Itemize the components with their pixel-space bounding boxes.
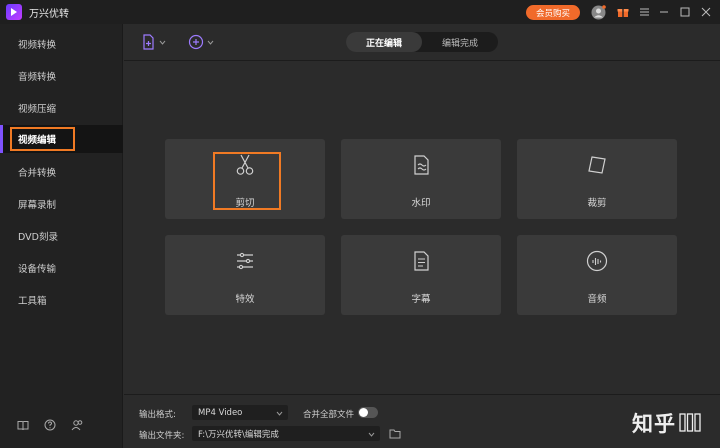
sidebar-item-label: 合并转换 xyxy=(18,168,57,179)
output-folder-label: 输出文件夹: xyxy=(139,431,185,441)
sidebar-item-label: 视频压缩 xyxy=(18,104,57,115)
audio-icon xyxy=(583,247,611,275)
sidebar-item-dvd-burn[interactable]: DVD刻录 xyxy=(0,222,123,250)
chevron-down-icon xyxy=(207,40,214,45)
sidebar-item-label: DVD刻录 xyxy=(18,232,58,243)
sidebar-item-device-transfer[interactable]: 设备传输 xyxy=(0,254,123,282)
close-icon[interactable] xyxy=(698,4,714,20)
app-title: 万兴优转 xyxy=(29,8,69,20)
crop-icon xyxy=(583,151,611,179)
toggle-knob xyxy=(359,408,368,417)
add-media-icon xyxy=(188,34,204,50)
tool-card-watermark[interactable]: 水印 xyxy=(341,139,501,219)
tab-edit-finished[interactable]: 编辑完成 xyxy=(422,32,498,52)
merge-all-label: 合并全部文件 xyxy=(303,410,355,420)
sidebar-item-merge[interactable]: 合并转换 xyxy=(0,158,123,186)
folder-icon[interactable] xyxy=(389,428,401,439)
chevron-down-icon xyxy=(367,430,375,438)
title-bar: 万兴优转 xyxy=(0,0,720,24)
effects-icon xyxy=(231,247,259,275)
watermark-text: 知乎 xyxy=(632,412,676,436)
output-format-label: 输出格式: xyxy=(139,410,176,420)
sidebar-item-screen-record[interactable]: 屏幕录制 xyxy=(0,190,123,218)
tool-label: 水印 xyxy=(411,198,431,209)
sidebar-item-video-compress[interactable]: 视频压缩 xyxy=(0,94,123,122)
output-format-value: MP4 Video xyxy=(198,407,243,418)
zhihu-logo-icon xyxy=(679,413,701,432)
chevron-down-icon xyxy=(159,40,166,45)
sidebar-item-label: 视频转换 xyxy=(18,40,57,51)
users-icon[interactable] xyxy=(70,418,84,432)
tool-label: 特效 xyxy=(235,294,255,305)
add-file-button[interactable] xyxy=(142,33,166,51)
sidebar: 视频转换 音频转换 视频压缩 视频编辑 合并转换 屏幕录制 DVD刻录 设备传输… xyxy=(0,24,123,448)
output-folder-field[interactable]: F:\万兴优转\编辑完成 xyxy=(192,426,380,441)
edit-status-tabs: 正在编辑 编辑完成 xyxy=(346,32,498,52)
tool-card-subtitle[interactable]: 字幕 xyxy=(341,235,501,315)
tool-label: 音频 xyxy=(587,294,607,305)
sidebar-item-label: 工具箱 xyxy=(18,296,47,307)
subtitle-icon xyxy=(407,247,435,275)
output-format-select[interactable]: MP4 Video xyxy=(192,405,288,420)
tool-label: 裁剪 xyxy=(587,198,607,209)
tool-card-audio[interactable]: 音频 xyxy=(517,235,677,315)
chevron-down-icon xyxy=(275,409,283,417)
help-icon[interactable] xyxy=(43,418,57,432)
sidebar-item-video-edit[interactable]: 视频编辑 xyxy=(0,125,123,153)
sidebar-item-label: 音频转换 xyxy=(18,72,57,83)
sidebar-item-label: 设备传输 xyxy=(18,264,57,275)
sidebar-item-label: 屏幕录制 xyxy=(18,200,57,211)
menu-icon[interactable] xyxy=(636,4,652,20)
user-avatar-icon[interactable] xyxy=(590,4,606,20)
gift-icon[interactable] xyxy=(615,4,631,20)
merge-all-toggle[interactable] xyxy=(358,407,378,418)
add-media-button[interactable] xyxy=(188,33,214,51)
app-logo-icon xyxy=(6,4,22,20)
maximize-icon[interactable] xyxy=(677,4,693,20)
minimize-icon[interactable] xyxy=(656,4,672,20)
output-settings-bar: 输出格式: MP4 Video 合并全部文件 输出文件夹: F:\万兴优转\编辑… xyxy=(124,394,720,448)
buy-membership-button[interactable]: 会员购买 xyxy=(526,5,580,20)
zhihu-watermark: 知乎 xyxy=(632,408,701,438)
selected-tool-outline xyxy=(213,152,281,210)
sidebar-item-toolbox[interactable]: 工具箱 xyxy=(0,286,123,314)
active-highlight-outline xyxy=(10,127,75,151)
sidebar-item-audio-convert[interactable]: 音频转换 xyxy=(0,62,123,90)
tool-label: 字幕 xyxy=(411,294,431,305)
tool-card-crop[interactable]: 裁剪 xyxy=(517,139,677,219)
watermark-icon xyxy=(407,151,435,179)
add-file-icon xyxy=(143,34,154,50)
tab-editing[interactable]: 正在编辑 xyxy=(346,32,422,52)
tool-card-effects[interactable]: 特效 xyxy=(165,235,325,315)
toolbar: 正在编辑 编辑完成 xyxy=(124,24,720,61)
sidebar-item-video-convert[interactable]: 视频转换 xyxy=(0,30,123,58)
output-folder-value: F:\万兴优转\编辑完成 xyxy=(198,429,279,440)
book-icon[interactable] xyxy=(16,418,30,432)
